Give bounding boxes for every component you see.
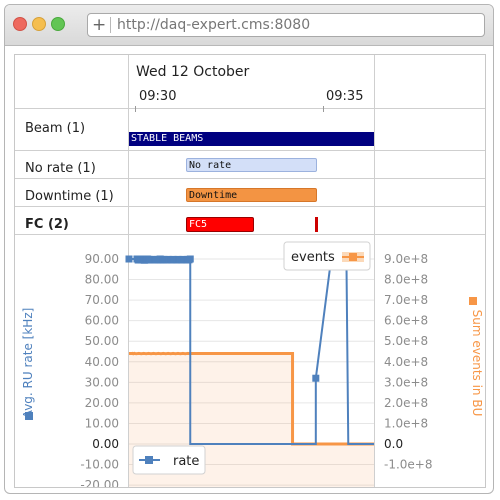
left-tick-label: 70.00 xyxy=(85,293,119,307)
maximize-window-button[interactable] xyxy=(51,17,65,31)
left-tick-label: 20.00 xyxy=(85,396,119,410)
right-tick-label: 1.0e+8 xyxy=(384,416,428,430)
timeline-date: Wed 12 October xyxy=(136,64,250,80)
row-label-fc: FC (2) xyxy=(25,217,69,232)
row-label-no-rate: No rate (1) xyxy=(25,161,96,176)
left-tick-label: 30.00 xyxy=(85,375,119,389)
left-axis-ticks: 90.00 80.00 70.00 60.00 50.00 40.00 30.00 20.00… xyxy=(80,252,119,488)
right-tick-label: 4.0e+8 xyxy=(384,355,428,369)
left-tick-label: 10.00 xyxy=(85,416,119,430)
rate-marker xyxy=(312,374,320,382)
page-content: Wed 12 October 09:30 09:35 Beam (1) No r… xyxy=(14,54,486,488)
address-bar[interactable]: + http://daq-expert.cms:8080 xyxy=(87,13,485,37)
time-tick-mark xyxy=(323,106,324,112)
new-tab-icon[interactable]: + xyxy=(92,15,106,35)
fc-short-bar[interactable] xyxy=(315,217,318,232)
left-tick-label: 80.00 xyxy=(85,273,119,287)
left-tick-label: 50.00 xyxy=(85,334,119,348)
right-tick-label: 2.0e+8 xyxy=(384,396,428,410)
right-axis-label-swatch xyxy=(469,297,477,305)
minimize-window-button[interactable] xyxy=(32,17,46,31)
left-tick-label: 60.00 xyxy=(85,314,119,328)
left-tick-label: 40.00 xyxy=(85,355,119,369)
left-tick-label: -20.00 xyxy=(80,478,119,488)
downtime-bar[interactable]: Downtime xyxy=(186,188,317,202)
events-legend-label: events xyxy=(291,250,335,265)
row-label-downtime: Downtime (1) xyxy=(25,189,114,204)
rate-legend: rate xyxy=(132,445,206,475)
right-axis-ticks: 9.0e+8 8.0e+8 7.0e+8 6.0e+8 5.0e+8 4.0e+8 3.0e… xyxy=(384,252,433,472)
address-bar-divider xyxy=(110,17,111,33)
left-tick-label: 0.00 xyxy=(92,437,119,451)
left-axis-label: Avg. RU rate [kHz] xyxy=(21,308,35,419)
left-axis-label-swatch xyxy=(25,412,33,420)
row-divider xyxy=(15,206,485,207)
left-tick-label: -10.00 xyxy=(80,458,119,472)
no-rate-bar[interactable]: No rate xyxy=(186,158,317,172)
right-tick-label: 5.0e+8 xyxy=(384,334,428,348)
browser-window: + http://daq-expert.cms:8080 Wed 12 Octo… xyxy=(4,4,494,494)
rate-marker xyxy=(125,255,133,263)
right-tick-label: -1.0e+8 xyxy=(384,458,433,472)
right-tick-label: 6.0e+8 xyxy=(384,314,428,328)
time-tick-label: 09:35 xyxy=(326,89,364,104)
right-tick-label: 8.0e+8 xyxy=(384,273,428,287)
right-tick-label: 9.0e+8 xyxy=(384,252,428,266)
rate-marker xyxy=(186,255,194,263)
left-tick-label: 90.00 xyxy=(85,252,119,266)
beam-bar[interactable]: STABLE BEAMS xyxy=(129,132,374,146)
title-bar: + http://daq-expert.cms:8080 xyxy=(5,5,493,46)
right-tick-label: 3.0e+8 xyxy=(384,375,428,389)
time-tick-mark xyxy=(135,106,136,112)
row-divider xyxy=(15,178,485,179)
rate-events-chart: 90.00 80.00 70.00 60.00 50.00 40.00 30.00 20.00… xyxy=(21,241,484,488)
right-axis-label: Sum events in BU xyxy=(470,310,484,417)
rate-legend-label: rate xyxy=(173,454,199,469)
events-legend: events xyxy=(283,241,371,271)
right-tick-label: 0.0 xyxy=(384,437,403,451)
url-text[interactable]: http://daq-expert.cms:8080 xyxy=(117,17,310,33)
time-tick-label: 09:30 xyxy=(139,89,177,104)
fc5-bar[interactable]: FC5 xyxy=(186,217,254,232)
row-divider xyxy=(15,150,485,151)
right-tick-label: 7.0e+8 xyxy=(384,293,428,307)
row-label-beam: Beam (1) xyxy=(25,121,86,136)
close-window-button[interactable] xyxy=(13,17,27,31)
header-divider xyxy=(15,108,485,109)
